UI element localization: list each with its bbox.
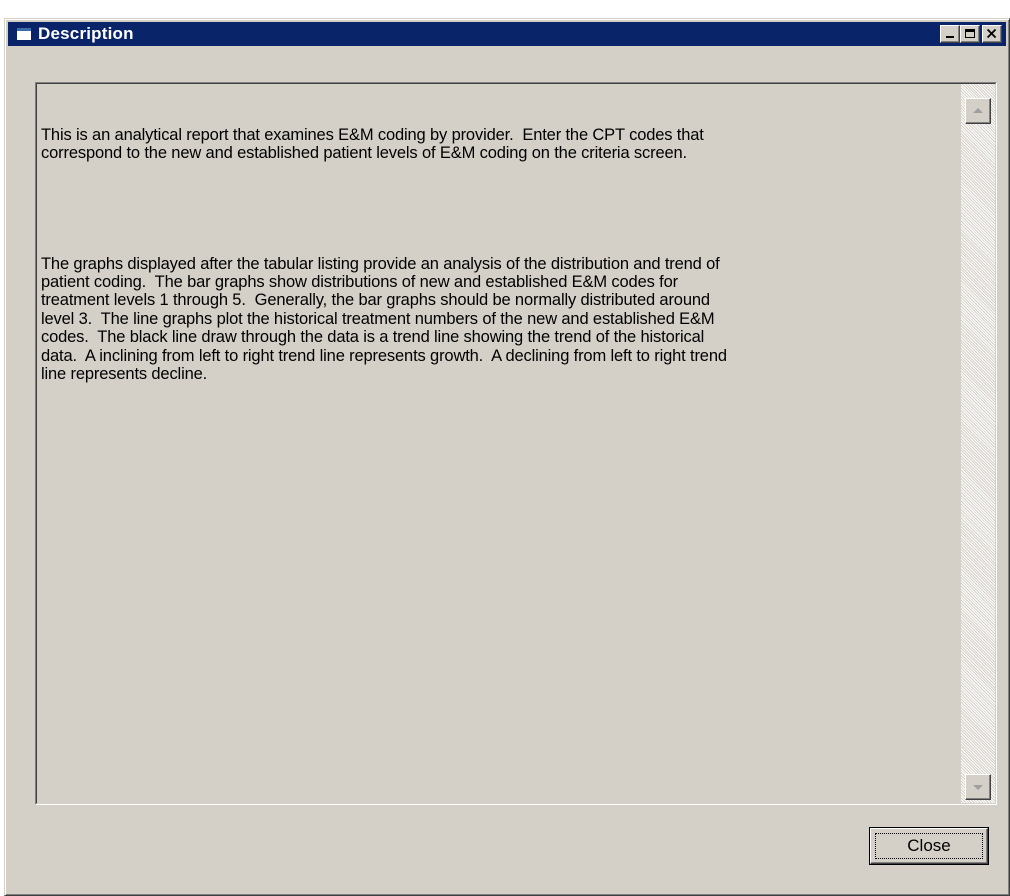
minimize-icon (946, 36, 954, 38)
minimize-button[interactable] (940, 25, 960, 43)
close-button-label: Close (907, 836, 951, 855)
scroll-up-arrow-icon (973, 108, 983, 113)
window-close-button[interactable] (982, 25, 1002, 43)
window-title: Description (38, 24, 134, 43)
description-paragraph: The graphs displayed after the tabular l… (41, 254, 727, 384)
scroll-up-button[interactable] (965, 98, 991, 124)
background-strip (0, 0, 1010, 18)
window-icon (16, 27, 32, 41)
close-button[interactable]: Close (869, 827, 989, 865)
description-dialog: Description This is an analytical report… (4, 18, 1010, 896)
title-bar-buttons (940, 25, 1002, 43)
scroll-down-arrow-icon (973, 785, 983, 790)
title-bar[interactable]: Description (8, 22, 1006, 46)
maximize-icon (965, 29, 975, 38)
description-textarea[interactable]: This is an analytical report that examin… (35, 82, 997, 805)
description-text: This is an analytical report that examin… (41, 89, 953, 420)
vertical-scrollbar[interactable] (961, 84, 995, 803)
close-icon (986, 28, 997, 39)
description-paragraph: This is an analytical report that examin… (41, 125, 704, 163)
scroll-down-button[interactable] (965, 774, 991, 800)
maximize-button[interactable] (960, 25, 980, 43)
